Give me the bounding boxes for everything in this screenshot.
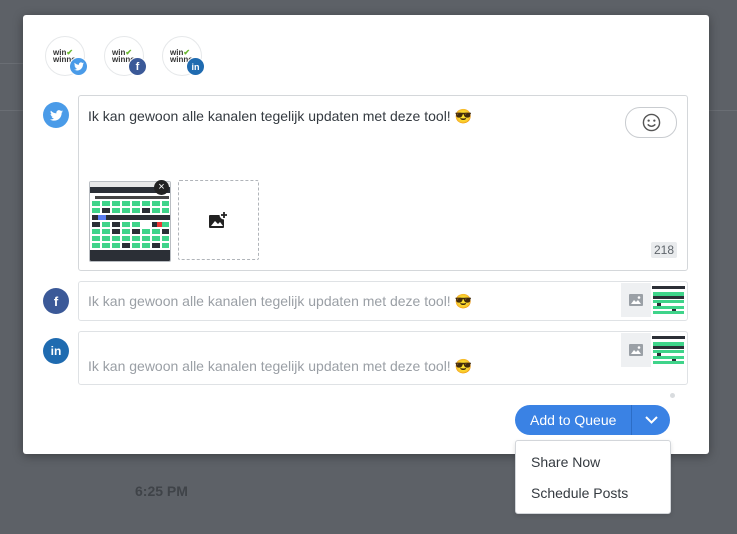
profile-avatar-linkedin[interactable]: win✔ winner in [162, 36, 205, 76]
attached-image-thumbnail [652, 336, 685, 366]
facebook-badge-icon: f [128, 57, 147, 76]
twitter-post-text[interactable]: Ik kan gewoon alle kanalen tegelijk upda… [88, 108, 472, 125]
background-time-label: 6:25 PM [135, 483, 188, 499]
background-divider [709, 110, 737, 111]
remove-image-icon[interactable]: × [154, 180, 169, 195]
image-icon[interactable] [621, 333, 651, 367]
queue-options-menu: Share Now Schedule Posts [515, 440, 671, 514]
twitter-badge-icon [69, 57, 88, 76]
linkedin-icon: in [43, 338, 69, 364]
image-icon[interactable] [621, 283, 651, 317]
add-image-icon [208, 210, 228, 228]
linkedin-media[interactable] [621, 333, 687, 367]
linkedin-badge-icon: in [186, 57, 205, 76]
add-to-queue-button[interactable]: Add to Queue [515, 405, 631, 435]
chevron-down-icon[interactable] [631, 405, 670, 435]
twitter-icon [43, 102, 69, 128]
attached-image-thumbnail [652, 286, 685, 316]
profile-avatar-twitter[interactable]: win✔ winner [45, 36, 88, 76]
menu-item-schedule-posts[interactable]: Schedule Posts [531, 485, 628, 501]
composer-modal: win✔ winner win✔ winner f win✔ winner in… [23, 15, 709, 454]
facebook-composer[interactable]: Ik kan gewoon alle kanalen tegelijk upda… [78, 281, 688, 321]
emoji-button[interactable] [625, 107, 677, 138]
profile-avatar-facebook[interactable]: win✔ winner f [104, 36, 147, 76]
facebook-icon: f [43, 288, 69, 314]
character-count: 218 [650, 242, 677, 258]
facebook-post-text[interactable]: Ik kan gewoon alle kanalen tegelijk upda… [88, 293, 472, 310]
smiley-icon [642, 113, 660, 132]
add-media-button[interactable] [178, 180, 259, 260]
add-to-queue-button-group: Add to Queue [515, 405, 671, 435]
background-divider [0, 110, 23, 111]
menu-item-share-now[interactable]: Share Now [531, 454, 600, 470]
background-divider [0, 63, 23, 64]
linkedin-composer[interactable]: Ik kan gewoon alle kanalen tegelijk upda… [78, 331, 688, 385]
twitter-composer[interactable]: Ik kan gewoon alle kanalen tegelijk upda… [78, 95, 688, 271]
linkedin-post-text[interactable]: Ik kan gewoon alle kanalen tegelijk upda… [88, 358, 472, 375]
indicator-dot [670, 393, 675, 398]
facebook-media[interactable] [621, 283, 687, 317]
